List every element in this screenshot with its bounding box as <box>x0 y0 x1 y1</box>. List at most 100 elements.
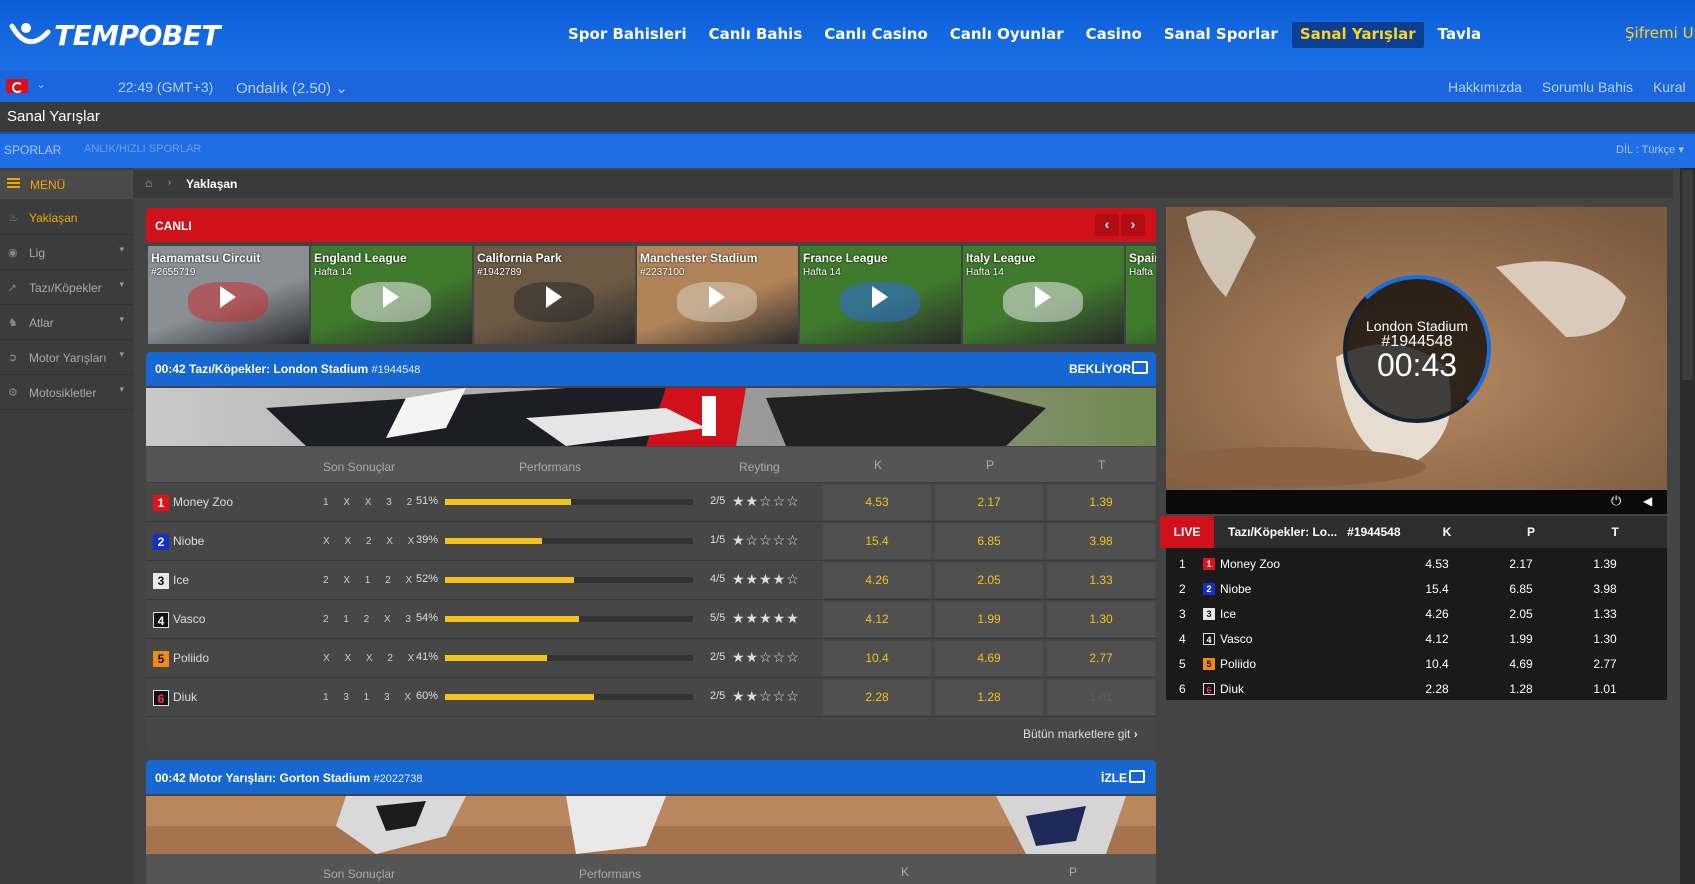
play-icon[interactable] <box>709 286 725 308</box>
col-rating: Reyting <box>739 460 780 474</box>
live-event-thumb[interactable]: Spain Hafta <box>1126 246 1156 344</box>
live-odd-p: 6.85 <box>1509 582 1533 596</box>
performance-bar-fill <box>445 538 542 544</box>
thumb-subtitle: #2237100 <box>640 267 685 278</box>
odd-button-k[interactable]: 10.4 <box>823 641 931 676</box>
live-event-thumb[interactable]: Hamamatsu Circuit #2655719 <box>148 246 309 344</box>
odd-button-k[interactable]: 2.28 <box>823 680 931 715</box>
runner-row: 6 Diuk 1 3 1 3 X 60% 2/5 ★★☆☆☆ 2.28 1.28 1.01 <box>146 678 1156 717</box>
live-event-thumb[interactable]: France League Hafta 14 <box>800 246 961 344</box>
live-event-thumb[interactable]: Manchester Stadium #2237100 <box>637 246 798 344</box>
live-odd-p: 1.28 <box>1509 682 1533 696</box>
odd-button-t[interactable]: 1.39 <box>1047 485 1155 520</box>
sidebar-item[interactable]: ➚ Tazı/Köpekler ▾ <box>0 269 133 305</box>
nav-item[interactable]: Casino <box>1078 22 1150 48</box>
sidebar-item[interactable]: ➲ Motor Yarışları ▾ <box>0 339 133 375</box>
nav-item[interactable]: Canlı Casino <box>816 22 936 48</box>
col-performance: Performans <box>519 460 582 474</box>
race-title-text: 00:42 Tazı/Köpekler: London Stadium <box>155 362 369 376</box>
sidebar-item[interactable]: ◉ Lig ▾ <box>0 234 133 270</box>
performance-bar <box>445 655 693 661</box>
runner-name: Diuk <box>173 690 198 704</box>
odd-button-t[interactable]: 3.98 <box>1047 524 1155 559</box>
carousel-next-button[interactable]: › <box>1121 214 1145 236</box>
nav-item[interactable]: Canlı Bahis <box>701 22 811 48</box>
odd-button-k[interactable]: 4.12 <box>823 602 931 637</box>
race-table-header: Son Sonuçlar Performans Reyting K P T <box>146 447 1156 483</box>
odd-button-p[interactable]: 4.69 <box>935 641 1043 676</box>
tab-instant-sports[interactable]: ANLIK/HIZLI SPORLAR <box>84 143 201 155</box>
odd-button-p[interactable]: 2.17 <box>935 485 1043 520</box>
nav-item[interactable]: Sanal Sporlar <box>1156 22 1286 48</box>
turkey-flag-icon[interactable] <box>6 79 28 93</box>
play-icon[interactable] <box>1035 286 1051 308</box>
horse-icon: ♞ <box>8 317 18 329</box>
runner-number-badge: 1 <box>153 495 169 511</box>
play-screen-icon[interactable] <box>1132 361 1148 374</box>
runner-row: 1 Money Zoo 1 X X 3 2 51% 2/5 ★★☆☆☆ 4.53 2.17 1.… <box>146 483 1156 522</box>
page-title: Sanal Yarışlar <box>7 108 100 125</box>
home-icon[interactable]: ⌂ <box>145 176 152 190</box>
runner-performance-pct: 60% <box>416 690 439 702</box>
sidebar-item[interactable]: ⚙ Motosikletler ▾ <box>0 374 133 410</box>
top-link[interactable]: Hakkımızda <box>1448 79 1522 95</box>
live-position: 6 <box>1179 682 1186 696</box>
play-icon[interactable] <box>872 286 888 308</box>
video-countdown: 00:43 <box>1376 347 1458 383</box>
odd-button-k[interactable]: 15.4 <box>823 524 931 559</box>
forgot-password-link[interactable]: Şifremi Un <box>1625 24 1695 42</box>
tab-sports[interactable]: SPORLAR <box>4 143 61 157</box>
play-icon[interactable] <box>383 286 399 308</box>
odd-button-p[interactable]: 6.85 <box>935 524 1043 559</box>
play-icon[interactable] <box>546 286 562 308</box>
live-event-thumb[interactable]: Italy League Hafta 14 <box>963 246 1124 344</box>
nav-item[interactable]: Canlı Oyunlar <box>942 22 1072 48</box>
hamburger-icon[interactable] <box>7 178 20 188</box>
thumb-title: France League <box>803 251 888 265</box>
race-status[interactable]: İZLE <box>1101 771 1127 785</box>
live-event-thumb[interactable]: California Park #1942789 <box>474 246 635 344</box>
odd-button-t[interactable]: 2.77 <box>1047 641 1155 676</box>
odd-button-k[interactable]: 4.26 <box>823 563 931 598</box>
odd-button-t[interactable]: 1.33 <box>1047 563 1155 598</box>
live-runner-name: Diuk <box>1220 682 1245 696</box>
sidebar-item[interactable]: ♞ Atlar ▾ <box>0 304 133 340</box>
odds-format-select[interactable]: Ondalık (2.50) ⌄ <box>236 79 348 97</box>
odd-button-t[interactable]: 1.01 <box>1047 680 1155 715</box>
motorcycle-icon: ⚙ <box>8 387 18 399</box>
monitor-icon[interactable] <box>1129 770 1145 783</box>
odd-button-p[interactable]: 1.99 <box>935 602 1043 637</box>
runner-row: 5 Poliido X X X 2 X 41% 2/5 ★★☆☆☆ 10.4 4.69 2.77 <box>146 639 1156 678</box>
carousel-prev-button[interactable]: ‹ <box>1095 214 1119 236</box>
brand-name: TEMPOBET <box>54 19 220 52</box>
race-title[interactable]: 00:42 Motor Yarışları: Gorton Stadium #2… <box>155 771 422 785</box>
race-title[interactable]: 00:42 Tazı/Köpekler: London Stadium #194… <box>155 362 420 376</box>
live-odd-k: 4.53 <box>1425 557 1449 571</box>
top-link[interactable]: Sorumlu Bahis <box>1542 79 1633 95</box>
all-markets-link[interactable]: Bütün marketlere git › <box>1023 727 1138 741</box>
top-link[interactable]: Kural <box>1653 79 1686 95</box>
sidebar-item[interactable]: ♨ Yaklaşan <box>0 199 133 235</box>
nav-item[interactable]: Spor Bahisleri <box>560 22 695 48</box>
odd-button-p[interactable]: 2.05 <box>935 563 1043 598</box>
odd-button-t[interactable]: 1.30 <box>1047 602 1155 637</box>
caret-down-icon: ▾ <box>119 244 124 254</box>
nav-item[interactable]: Sanal Yarışlar <box>1291 22 1424 48</box>
chevron-down-icon[interactable]: ⌄ <box>36 77 46 91</box>
odd-button-k[interactable]: 4.53 <box>823 485 931 520</box>
thumb-subtitle: Hafta 14 <box>966 267 1004 278</box>
scrollbar-thumb[interactable] <box>1682 170 1693 380</box>
nav-item[interactable]: Tavla <box>1430 22 1489 48</box>
race-id: #1944548 <box>371 364 421 376</box>
brand-logo[interactable]: TEMPOBET <box>8 18 220 54</box>
play-icon[interactable] <box>220 286 236 308</box>
runner-name: Poliido <box>173 651 210 665</box>
volume-icon[interactable]: ◀ <box>1643 494 1652 508</box>
performance-bar-fill <box>445 577 574 583</box>
odd-button-p[interactable]: 1.28 <box>935 680 1043 715</box>
live-runner-name: Ice <box>1220 607 1237 621</box>
power-icon[interactable]: ⏻ <box>1611 493 1621 509</box>
live-event-thumb[interactable]: England League Hafta 14 <box>311 246 472 344</box>
language-select[interactable]: DİL : Türkçe ▾ <box>1616 143 1684 156</box>
rating-stars-icon: ★★☆☆☆ <box>732 688 800 704</box>
